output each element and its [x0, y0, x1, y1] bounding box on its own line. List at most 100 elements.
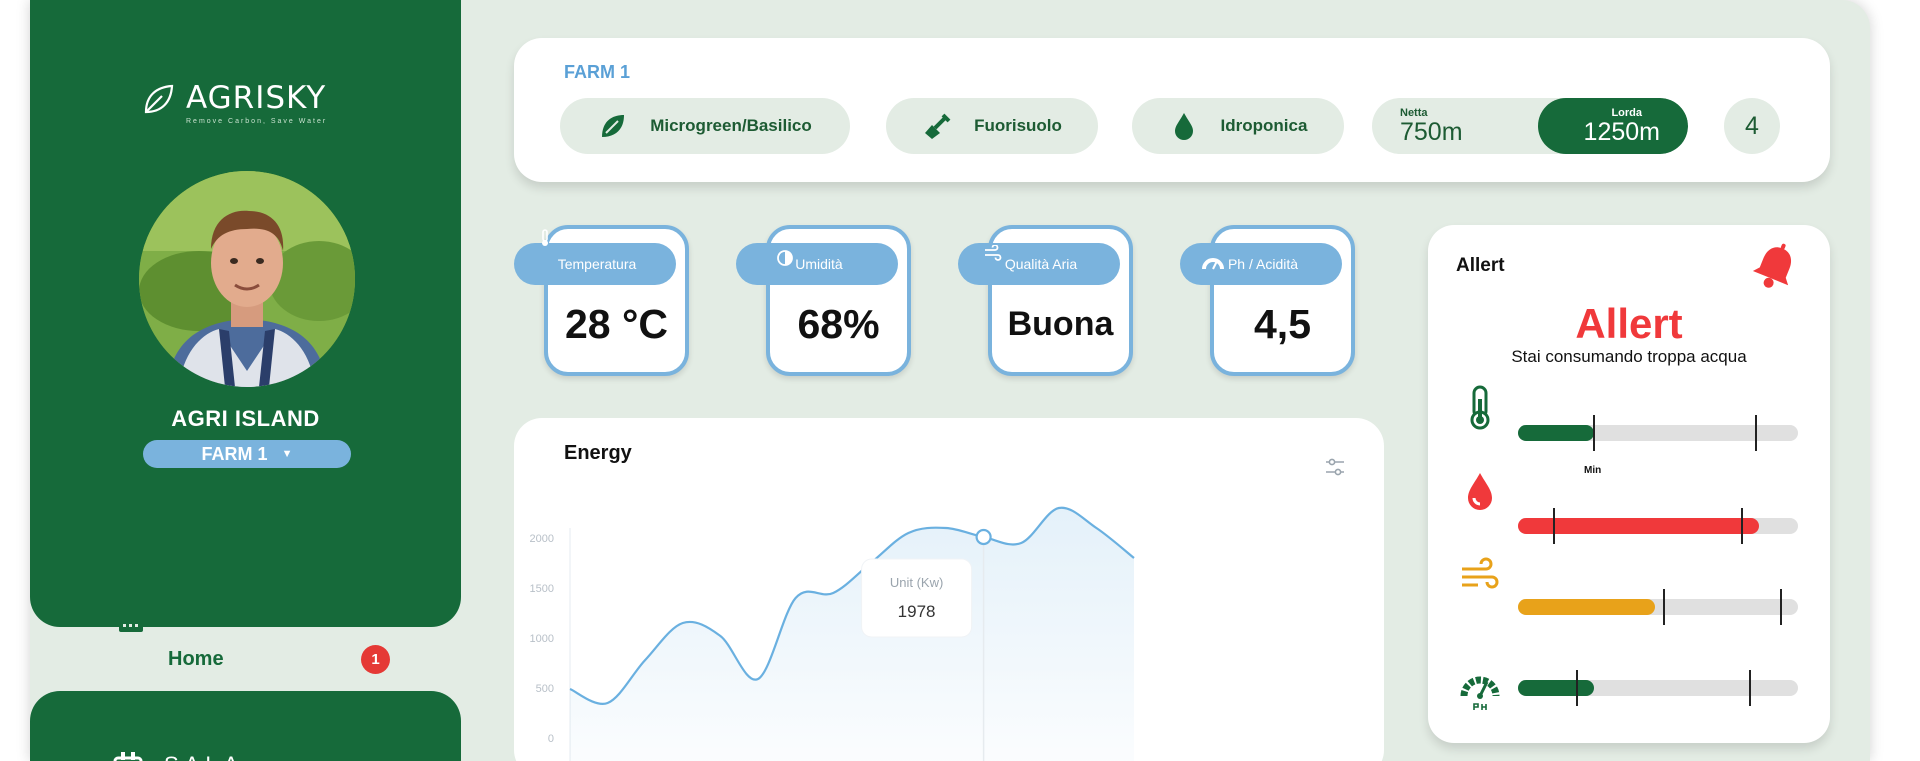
- temperature-gauge: [1518, 415, 1798, 451]
- energy-point[interactable]: [639, 654, 651, 666]
- leaf-logo-icon: [144, 84, 174, 114]
- sensor-tile-ph[interactable]: Ph / Acidità 4,5: [1180, 225, 1355, 376]
- cultivation-label: Fuorisuolo: [974, 116, 1062, 135]
- energy-point[interactable]: [602, 697, 614, 709]
- farm-name: AGRI ISLAND: [171, 406, 320, 431]
- net-area-value: 750m: [1400, 118, 1463, 146]
- air-quality-gauge: [1518, 589, 1798, 625]
- energy-point[interactable]: [827, 587, 839, 599]
- tooltip-label: Unit (Kw): [890, 575, 943, 590]
- energy-chart[interactable]: 2000 1500 1000 500 0 Unit (Kw) 1978: [514, 418, 1384, 761]
- energy-card: 2000 1500 1000 500 0 Unit (Kw) 1978 Energy: [514, 418, 1384, 761]
- sensor-value: Buona: [1007, 305, 1114, 343]
- wind-icon: [985, 245, 1002, 261]
- sensor-value: 68%: [797, 301, 880, 347]
- sensor-tag: Temperatura: [514, 243, 676, 285]
- brand-name: AGRISKY: [186, 80, 327, 116]
- ph-gauge-icon: [1202, 258, 1224, 270]
- gauge-min-label: Min: [1584, 465, 1602, 476]
- alert-title: Allert: [1575, 300, 1683, 347]
- energy-point[interactable]: [714, 630, 726, 642]
- sensor-label: Temperatura: [557, 256, 637, 272]
- brand-logo: AGRISKY Remove Carbon, Save Water: [140, 80, 327, 125]
- gauge-fill: [1518, 680, 1594, 696]
- brand-tagline: Remove Carbon, Save Water: [186, 118, 328, 125]
- alert-message: Stai consumando troppa acqua: [1511, 347, 1747, 366]
- gauge-tick-max: [1749, 670, 1752, 706]
- energy-point[interactable]: [790, 592, 802, 604]
- gauge-tick-min: [1592, 415, 1595, 451]
- energy-area: [570, 507, 1134, 761]
- sensor-label: Qualità Aria: [1004, 256, 1078, 272]
- room-icon: [113, 752, 143, 761]
- sensor-value: 4,5: [1254, 301, 1311, 347]
- energy-point[interactable]: [1128, 552, 1140, 564]
- y-tick-label: 2000: [530, 533, 554, 545]
- sidebar-item-label: Home: [168, 648, 224, 670]
- area-toggle[interactable]: Netta 750m Lorda 1250m: [1372, 98, 1688, 154]
- farm-selector[interactable]: FARM 1 ▼: [143, 440, 351, 468]
- y-tick-label: 0: [548, 733, 554, 745]
- gauge-tick-min: [1553, 508, 1556, 544]
- gauge-tick-max: [1741, 508, 1743, 544]
- energy-point[interactable]: [940, 522, 952, 534]
- gauge-fill: [1518, 425, 1594, 441]
- cultivation-pill[interactable]: Fuorisuolo: [886, 98, 1098, 154]
- gauge-tick-min: [1575, 670, 1578, 706]
- energy-point[interactable]: [1090, 522, 1102, 534]
- y-tick-label: 1000: [530, 633, 554, 645]
- tooltip-value: 1978: [898, 602, 936, 621]
- avatar-photo: [139, 171, 355, 387]
- humidity-icon: [777, 250, 793, 266]
- sensor-tile-humidity[interactable]: Umidità 68%: [736, 225, 911, 376]
- sensor-tile-temperature[interactable]: Temperatura 28 °C: [514, 225, 689, 376]
- water-gauge: [1518, 508, 1798, 544]
- energy-point[interactable]: [752, 673, 764, 685]
- water-drop-icon: [1468, 473, 1492, 510]
- farm-selector-label: FARM 1: [201, 443, 268, 464]
- energy-point[interactable]: [1053, 502, 1065, 514]
- farm-count-badge[interactable]: 4: [1724, 98, 1780, 154]
- y-tick-label: 500: [536, 683, 554, 695]
- alert-card: Allert Allert Stai consumando troppa acq…: [1428, 225, 1830, 743]
- energy-point[interactable]: [902, 527, 914, 539]
- wind-icon: [1462, 557, 1499, 589]
- energy-title: Energy: [564, 442, 632, 464]
- system-label: Idroponica: [1220, 116, 1308, 135]
- farm-title: FARM 1: [564, 62, 631, 82]
- shovel-icon: [925, 113, 951, 139]
- system-pill[interactable]: Idroponica: [1132, 98, 1344, 154]
- leaf-icon: [602, 115, 625, 137]
- crop-type-pill[interactable]: Microgreen/Basilico: [560, 98, 850, 154]
- sensor-tag: Qualità Aria: [958, 243, 1120, 285]
- thermometer-icon: [542, 229, 548, 246]
- notification-badge: 1: [361, 645, 390, 674]
- sensor-label: Umidità: [795, 256, 843, 272]
- tooltip-box: [861, 558, 973, 638]
- avatar[interactable]: [139, 171, 355, 387]
- sidebar-item-label: SALA: [164, 752, 244, 761]
- crop-type-label: Microgreen/Basilico: [650, 116, 812, 135]
- sensor-value: 28 °C: [564, 301, 668, 347]
- energy-point[interactable]: [677, 617, 689, 629]
- gauge-tick-min: [1662, 589, 1665, 625]
- highlight-point[interactable]: [975, 528, 992, 546]
- sensor-tile-air-quality[interactable]: Qualità Aria Buona: [958, 225, 1133, 376]
- ph-gauge-icon: [1460, 676, 1500, 710]
- energy-point[interactable]: [564, 683, 576, 695]
- energy-point[interactable]: [1015, 537, 1027, 549]
- bell-icon[interactable]: [1750, 241, 1800, 293]
- gauge-fill: [1518, 599, 1656, 615]
- ph-gauge: [1518, 670, 1798, 706]
- gauge-tick-max: [1755, 415, 1757, 451]
- sliders-icon[interactable]: [1324, 456, 1346, 478]
- sensor-tag: Umidità: [736, 243, 898, 285]
- sidebar-item-sala[interactable]: SALA: [112, 752, 244, 761]
- chevron-down-icon: ▼: [281, 448, 293, 460]
- thermometer-icon: [1470, 385, 1490, 430]
- gauge-tick-max: [1780, 589, 1783, 625]
- sidebar-item-home[interactable]: Home 1: [87, 622, 461, 690]
- gross-area-value: 1250m: [1583, 118, 1660, 146]
- water-drop-icon: [1174, 113, 1193, 140]
- y-tick-label: 1500: [530, 583, 554, 595]
